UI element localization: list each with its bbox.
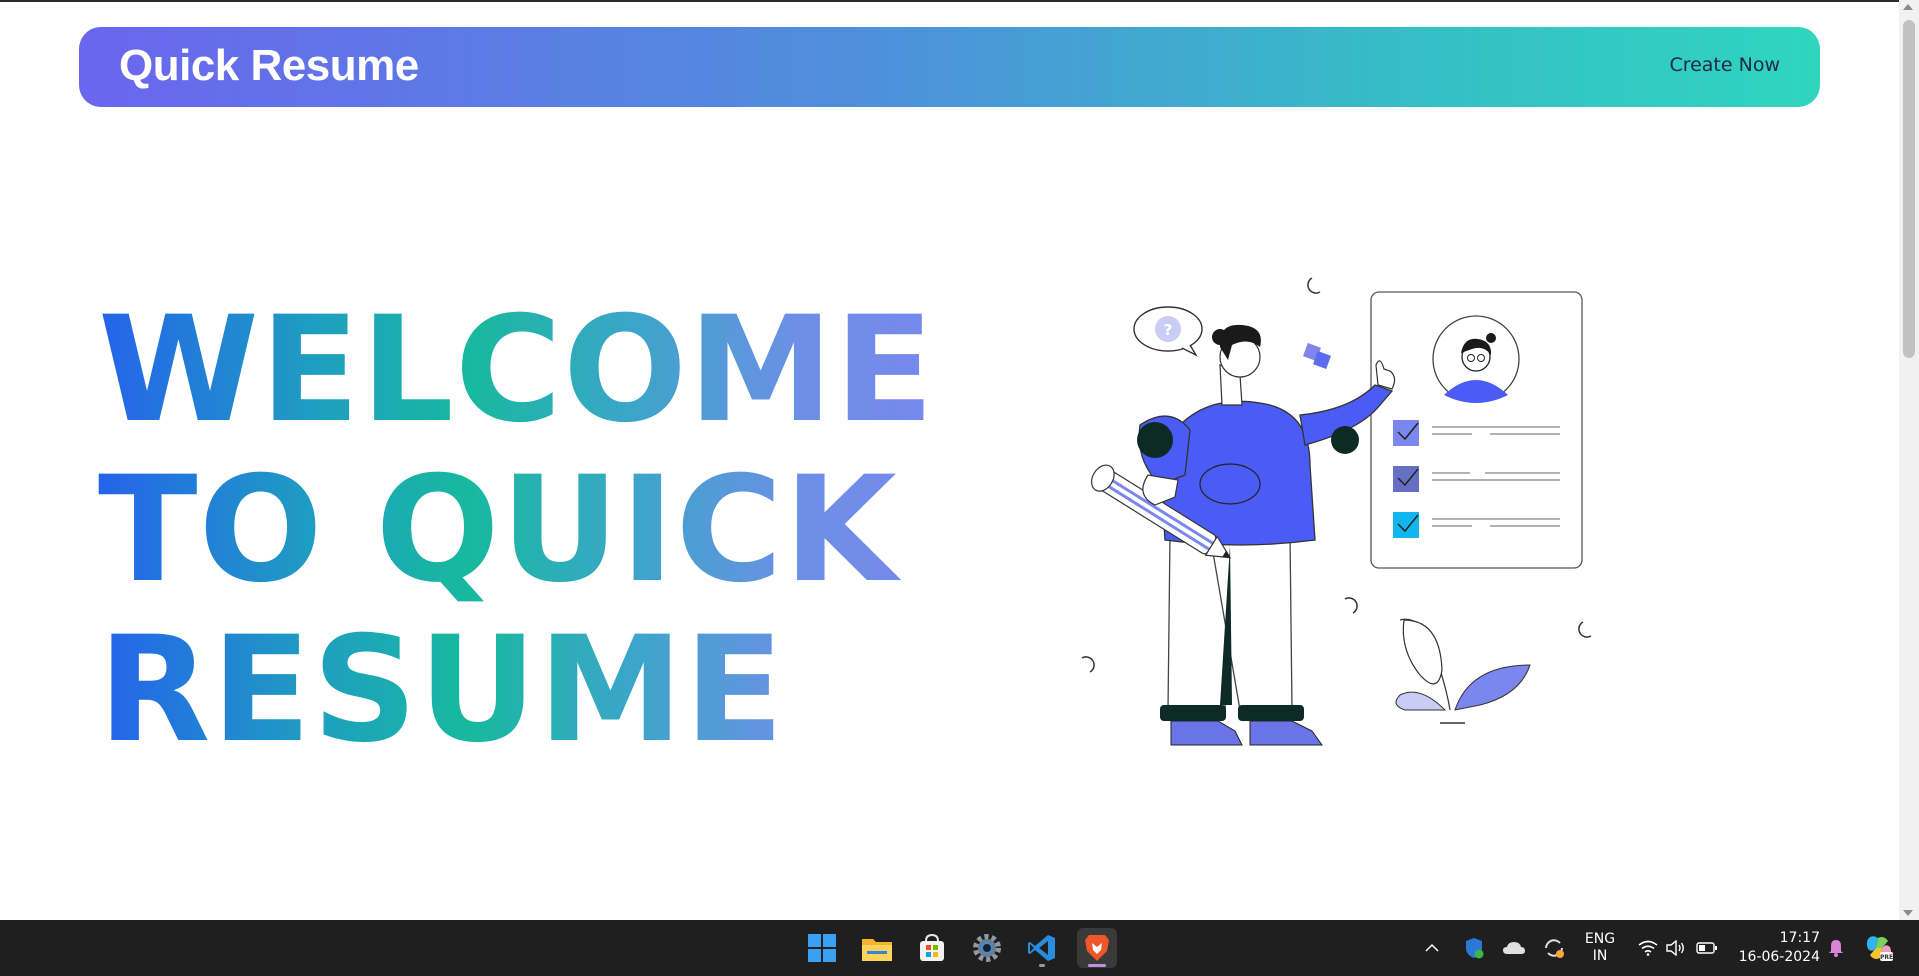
hero-heading: WELCOME TO QUICK RESUME — [98, 290, 978, 770]
show-hidden-icons-button[interactable] — [1420, 920, 1444, 976]
clock-time: 17:17 — [1779, 930, 1820, 946]
file-explorer-button[interactable] — [857, 928, 897, 968]
battery-tray-button[interactable] — [1694, 920, 1720, 976]
battery-icon — [1696, 942, 1717, 954]
window-top-edge — [0, 0, 1919, 2]
clock[interactable]: 17:17 16-06-2024 — [1728, 920, 1820, 976]
header-navbar: Quick Resume Create Now — [79, 27, 1820, 107]
security-tray-button[interactable] — [1462, 920, 1486, 976]
bell-icon — [1829, 940, 1843, 957]
resume-card — [1370, 291, 1583, 569]
brave-browser-button[interactable] — [1077, 928, 1117, 968]
brand-logo-text[interactable]: Quick Resume — [119, 41, 419, 91]
region-code: IN — [1592, 948, 1608, 964]
sync-icon — [1545, 939, 1564, 958]
microsoft-store-icon — [920, 933, 944, 961]
shield-icon — [1466, 938, 1484, 959]
speaker-icon — [1666, 940, 1684, 956]
windows-taskbar: ENG IN 17:17 16-06-2024 PRE — [0, 920, 1919, 976]
decor-arc-1 — [1307, 277, 1321, 294]
scroll-up-arrow-icon[interactable] — [1903, 4, 1913, 10]
hero-line-2: TO QUICK — [98, 450, 978, 610]
file-explorer-icon — [862, 939, 892, 961]
active-window-indicator — [1088, 964, 1106, 967]
settings-icon — [973, 934, 1001, 962]
person-figure — [1090, 324, 1396, 746]
copilot-button[interactable]: PRE — [1862, 920, 1896, 976]
decor-arc-4 — [1081, 656, 1095, 673]
svg-text:PRE: PRE — [1880, 954, 1893, 961]
microsoft-store-button[interactable] — [912, 928, 952, 968]
decor-arc-3 — [1578, 621, 1592, 638]
scrollbar-thumb[interactable] — [1903, 20, 1915, 358]
question-bubble-icon: ? — [1133, 306, 1203, 357]
vscode-button[interactable] — [1022, 928, 1062, 968]
browser-viewport: Quick Resume Create Now WELCOME TO QUICK… — [0, 0, 1919, 920]
plant-decoration — [1395, 618, 1531, 724]
question-mark: ? — [1164, 321, 1173, 339]
vertical-scrollbar[interactable] — [1899, 0, 1919, 920]
cloud-icon — [1503, 942, 1525, 954]
vscode-icon — [1028, 935, 1055, 961]
notifications-button[interactable] — [1824, 920, 1848, 976]
checkbox-3 — [1393, 512, 1419, 538]
running-indicator — [1039, 964, 1045, 967]
clock-date: 16-06-2024 — [1738, 949, 1820, 965]
language-code: ENG — [1584, 931, 1616, 947]
volume-tray-button[interactable] — [1664, 920, 1688, 976]
sync-tray-button[interactable] — [1540, 920, 1568, 976]
decor-arc-2 — [1344, 597, 1358, 614]
scroll-down-arrow-icon[interactable] — [1903, 910, 1913, 916]
checkbox-1 — [1393, 420, 1419, 446]
chevron-up-icon — [1425, 943, 1439, 952]
wifi-tray-button[interactable] — [1636, 920, 1660, 976]
settings-button[interactable] — [967, 928, 1007, 968]
copilot-icon: PRE — [1866, 936, 1893, 961]
onedrive-tray-button[interactable] — [1500, 920, 1528, 976]
language-indicator[interactable]: ENG IN — [1575, 920, 1625, 976]
start-icon — [808, 934, 836, 962]
hero-line-1: WELCOME — [98, 290, 978, 450]
start-button[interactable] — [802, 928, 842, 968]
brave-browser-icon — [1085, 935, 1109, 961]
hero-line-3: RESUME — [98, 610, 978, 770]
resume-illustration: ? — [1081, 277, 1592, 746]
checkbox-2 — [1393, 466, 1419, 492]
create-now-link[interactable]: Create Now — [1669, 54, 1780, 76]
wifi-icon — [1638, 940, 1658, 956]
